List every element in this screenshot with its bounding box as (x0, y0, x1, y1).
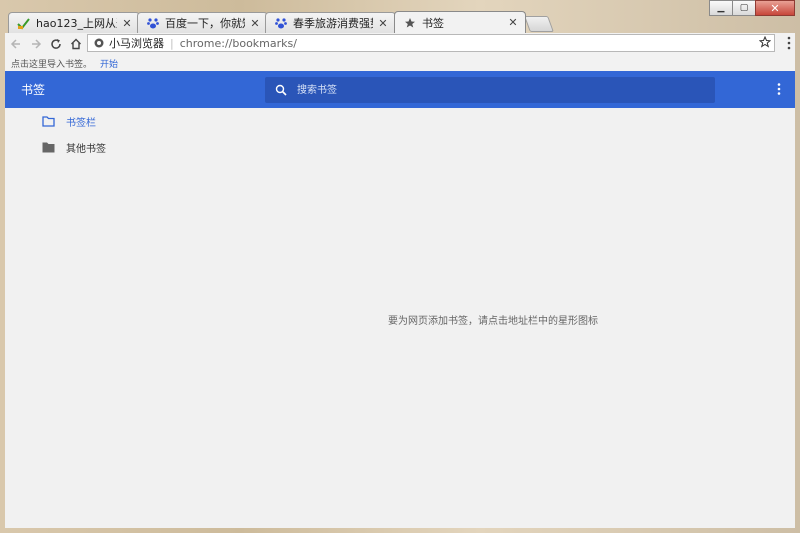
toolbar: 小马浏览器 | chrome://bookmarks/ (5, 33, 795, 55)
browser-window: hao123_上网从这里开始 ✕ 百度一下，你就知道 ✕ 春季旅游消费强势复苏_… (0, 0, 800, 533)
browser-menu-icon[interactable] (787, 36, 791, 53)
import-hint: 点击这里导入书签。 (11, 59, 93, 70)
close-icon[interactable]: ✕ (121, 17, 133, 30)
tab-title: 春季旅游消费强势复苏_ (293, 17, 373, 30)
address-bar[interactable]: 小马浏览器 | chrome://bookmarks/ (87, 34, 775, 52)
more-options-icon[interactable] (777, 83, 781, 98)
tab-news[interactable]: 春季旅游消费强势复苏_ ✕ (265, 12, 396, 33)
page-title: 书签 (21, 83, 46, 97)
search-input[interactable] (295, 83, 699, 97)
tab-strip: hao123_上网从这里开始 ✕ 百度一下，你就知道 ✕ 春季旅游消费强势复苏_… (0, 0, 800, 33)
empty-state-message: 要为网页添加书签，请点击地址栏中的星形图标 (388, 316, 598, 327)
close-icon[interactable]: ✕ (249, 17, 261, 30)
tab-title: 百度一下，你就知道 (165, 17, 245, 30)
folder-tree: 书签栏 其他书签 (5, 108, 205, 160)
baidu-paw-icon (274, 17, 287, 30)
close-icon[interactable]: ✕ (507, 16, 519, 29)
baidu-paw-icon (146, 17, 159, 30)
minimize-icon[interactable]: ▁ (709, 0, 733, 16)
app-header: 书签 (5, 71, 795, 108)
back-arrow-icon[interactable] (7, 35, 25, 53)
star-icon (403, 16, 416, 29)
omnibox-separator: | (170, 36, 174, 50)
import-start-link[interactable]: 开始 (100, 57, 118, 70)
tab-hao123[interactable]: hao123_上网从这里开始 ✕ (8, 12, 140, 33)
home-icon[interactable] (67, 35, 85, 53)
folder-label: 其他书签 (66, 143, 106, 155)
url-text[interactable]: chrome://bookmarks/ (180, 37, 297, 50)
folder-label: 书签栏 (66, 117, 96, 129)
search-icon (275, 84, 287, 96)
folder-other-bookmarks[interactable]: 其他书签 (5, 134, 205, 160)
folder-bookmarks-bar[interactable]: 书签栏 (5, 108, 205, 134)
window-close-icon[interactable]: ✕ (755, 0, 795, 16)
site-info-icon[interactable] (92, 38, 106, 48)
site-name: 小马浏览器 (109, 37, 164, 50)
reload-icon[interactable] (47, 35, 65, 53)
bookmarks-page: 书签 书签栏 其他书签 (5, 71, 795, 528)
folder-icon (42, 142, 55, 153)
new-tab-button[interactable] (524, 16, 554, 32)
maximize-icon[interactable]: ▢ (732, 0, 756, 16)
bookmarks-bar: 点击这里导入书签。 开始 (5, 55, 795, 71)
folder-open-icon (42, 115, 55, 127)
tab-baidu[interactable]: 百度一下，你就知道 ✕ (137, 12, 268, 33)
tab-title: hao123_上网从这里开始 (36, 17, 117, 30)
tab-title: 书签 (422, 16, 444, 30)
bookmark-star-icon[interactable] (758, 35, 772, 51)
forward-arrow-icon[interactable] (27, 35, 45, 53)
search-box[interactable] (265, 77, 715, 103)
hao123-icon (17, 17, 30, 30)
tab-bookmarks[interactable]: 书签 ✕ (394, 11, 526, 33)
window-controls: ▁ ▢ ✕ (709, 0, 795, 16)
close-icon[interactable]: ✕ (377, 17, 389, 30)
